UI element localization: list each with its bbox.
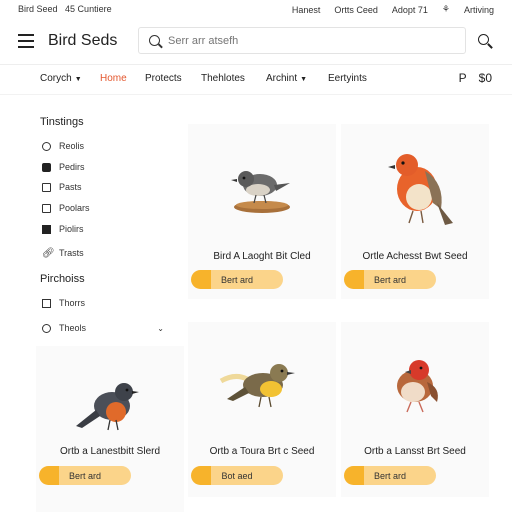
sidebar-item[interactable]: Theols ⌄	[42, 323, 168, 333]
square-icon	[42, 182, 51, 192]
sidebar-item[interactable]: Pedirs	[42, 162, 168, 172]
currency-selector[interactable]: $0	[479, 71, 492, 85]
sidebar-item[interactable]: 🔗︎ Trasts	[42, 248, 168, 258]
store-tagline: 45 Cuntiere	[65, 4, 112, 14]
sidebar-item[interactable]: Pasts	[42, 182, 168, 192]
hamburger-menu-icon[interactable]	[18, 34, 34, 48]
topbar-link[interactable]: Ortts Ceed	[334, 5, 378, 15]
nav-item-category[interactable]: Corych ▼	[40, 73, 82, 84]
sidebar-item[interactable]: Reolis	[42, 141, 168, 151]
topbar-link[interactable]: Hanest	[292, 5, 321, 15]
topbar-link[interactable]: Artiving	[464, 5, 494, 15]
add-to-cart-button[interactable]: Bert ard	[39, 466, 131, 485]
circle-icon	[42, 141, 51, 151]
product-title[interactable]: Ortb a Lanestbitt Slerd	[36, 446, 184, 457]
store-info: Bird Seed 45 Cuntiere	[18, 4, 112, 14]
search-bar	[138, 27, 466, 54]
chevron-down-icon: ▼	[300, 76, 308, 83]
sidebar-item[interactable]: Thorrs	[42, 298, 168, 308]
header: Bird Seds	[0, 22, 512, 62]
sidebar-item[interactable]: Piolirs	[42, 224, 168, 234]
product-card[interactable]: Ortle Achesst Bwt Seed Bert ard	[341, 124, 489, 299]
divider	[0, 64, 512, 65]
product-card[interactable]: Ortb a Lanestbitt Slerd Bert ard	[36, 346, 184, 512]
nav-item-products[interactable]: Protects	[145, 73, 182, 84]
nav-item-archive[interactable]: Archint ▼	[266, 73, 307, 84]
add-to-cart-button[interactable]: Bert ard	[191, 270, 283, 289]
utility-bar: Bird Seed 45 Cuntiere Hanest Ortts Ceed …	[0, 0, 512, 18]
product-card[interactable]: Ortb a Toura Brt c Seed Bot aed	[188, 322, 336, 497]
square-filled-icon	[42, 162, 51, 172]
search-icon[interactable]: P	[459, 71, 467, 85]
product-image[interactable]	[188, 124, 336, 244]
product-title[interactable]: Ortle Achesst Bwt Seed	[341, 251, 489, 262]
product-image[interactable]	[341, 322, 489, 442]
tag-icon	[42, 203, 51, 213]
add-to-cart-button[interactable]: Bert ard	[344, 270, 436, 289]
nav-item-home[interactable]: Home	[100, 73, 127, 84]
product-image[interactable]	[188, 322, 336, 442]
divider	[0, 94, 512, 95]
product-title[interactable]: Ortb a Lansst Brt Seed	[341, 446, 489, 457]
add-to-cart-button[interactable]: Bot aed	[191, 466, 283, 485]
topbar-link[interactable]: Adopt 71	[392, 5, 428, 15]
store-name: Bird Seed	[18, 4, 58, 14]
search-icon	[149, 35, 160, 46]
product-card[interactable]: Bird A Laoght Bit Cled Bert ard	[188, 124, 336, 299]
nav-item-events[interactable]: Eertyints	[328, 73, 367, 84]
sidebar-heading: Pirchoiss	[40, 273, 85, 285]
product-card[interactable]: Ortb a Lansst Brt Seed Bert ard	[341, 322, 489, 497]
redstart-bird-icon	[76, 383, 139, 431]
box-icon	[42, 224, 51, 234]
document-icon	[42, 298, 51, 308]
product-title[interactable]: Ortb a Toura Brt c Seed	[188, 446, 336, 457]
search-input[interactable]	[168, 34, 448, 47]
chevron-down-icon: ▼	[74, 76, 82, 83]
leaf-icon: ⚘	[441, 4, 450, 14]
product-image[interactable]	[341, 124, 489, 244]
robin-bird-icon	[388, 154, 453, 225]
clock-icon	[42, 323, 51, 333]
add-to-cart-button[interactable]: Bert ard	[344, 466, 436, 485]
product-title[interactable]: Bird A Laoght Bit Cled	[188, 251, 336, 262]
warbler-bird-icon	[219, 364, 295, 408]
main-nav: Corych ▼ Home Protects Thehlotes Archint ▼…	[0, 68, 512, 90]
sidebar-item[interactable]: Poolars	[42, 203, 168, 213]
titmouse-bird-icon	[231, 171, 290, 213]
brand-logo[interactable]: Bird Seds	[48, 32, 117, 50]
finch-bird-icon	[397, 360, 438, 413]
chevron-down-icon[interactable]: ⌄	[157, 324, 164, 333]
link-icon: 🔗︎	[42, 247, 55, 259]
nav-item-notes[interactable]: Thehlotes	[201, 73, 245, 84]
search-button-icon[interactable]	[478, 34, 493, 49]
sidebar-heading: Tinstings	[40, 116, 84, 128]
